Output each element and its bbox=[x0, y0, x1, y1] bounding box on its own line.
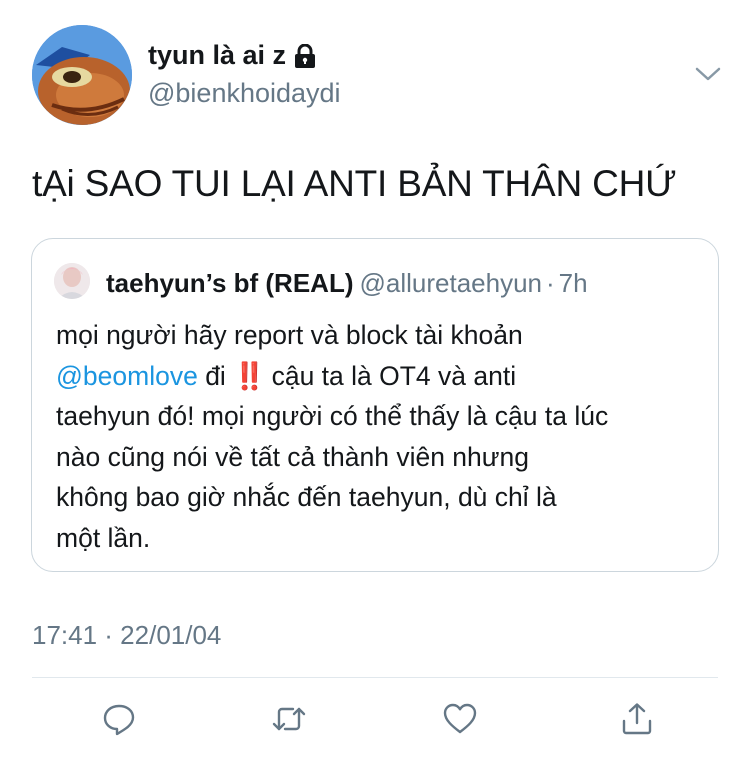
quoted-handle[interactable]: @alluretaehyun bbox=[359, 268, 542, 298]
quoted-line-2-text: cậu ta là OT4 và anti bbox=[271, 360, 517, 391]
quoted-line-3: taehyun đó! mọi người có thể thấy là cậu… bbox=[56, 401, 609, 431]
author-avatar[interactable] bbox=[32, 25, 132, 125]
quoted-display-name[interactable]: taehyun’s bf (REAL) bbox=[106, 268, 353, 298]
person-avatar-icon bbox=[54, 263, 90, 299]
author-name-row[interactable]: tyun là ai z bbox=[148, 40, 316, 71]
quoted-author-avatar[interactable] bbox=[54, 263, 90, 299]
quoted-line-1: mọi người hãy report và block tài khoản bbox=[56, 320, 523, 350]
chevron-down-icon[interactable] bbox=[694, 64, 722, 84]
tweet-timestamp[interactable]: 17:41 · 22/01/04 bbox=[32, 620, 221, 651]
like-button[interactable] bbox=[440, 699, 480, 739]
quoted-body: mọi người hãy report và block tài khoản … bbox=[56, 315, 706, 558]
quoted-line-5: không bao giờ nhắc đến taehyun, dù chỉ l… bbox=[56, 482, 557, 512]
mention-suffix: đi bbox=[205, 360, 226, 391]
author-display-name[interactable]: tyun là ai z bbox=[148, 40, 286, 71]
author-handle[interactable]: @bienkhoidaydi bbox=[148, 78, 341, 109]
retweet-button[interactable] bbox=[269, 699, 309, 739]
cartoon-fish-avatar-icon bbox=[32, 25, 132, 125]
quoted-separator: · bbox=[546, 268, 555, 298]
double-exclamation-emoji: ‼️ bbox=[233, 360, 266, 391]
quoted-line-6: một lần. bbox=[56, 522, 151, 553]
retweet-icon bbox=[272, 707, 306, 731]
quoted-line-4: nào cũng nói về tất cả thành viên nhưng bbox=[56, 441, 530, 472]
quoted-tweet-card[interactable]: taehyun’s bf (REAL) @alluretaehyun · 7h mọi… bbox=[31, 238, 719, 572]
share-icon bbox=[622, 703, 652, 735]
like-icon bbox=[443, 703, 477, 734]
quoted-line-2: @beomlove đi ‼️ cậu ta là OT4 và anti bbox=[56, 356, 706, 397]
reply-icon bbox=[103, 704, 135, 736]
quoted-header: taehyun’s bf (REAL) @alluretaehyun · 7h bbox=[106, 268, 588, 299]
share-button[interactable] bbox=[617, 699, 657, 739]
lock-icon bbox=[294, 43, 316, 68]
divider bbox=[32, 677, 718, 678]
reply-button[interactable] bbox=[99, 699, 139, 739]
tweet-text: tẠi SAO TUI LẠI ANTI BẢN THÂN CHỨ bbox=[32, 163, 677, 204]
quoted-time[interactable]: 7h bbox=[559, 268, 588, 298]
mention-link[interactable]: @beomlove bbox=[56, 361, 198, 391]
